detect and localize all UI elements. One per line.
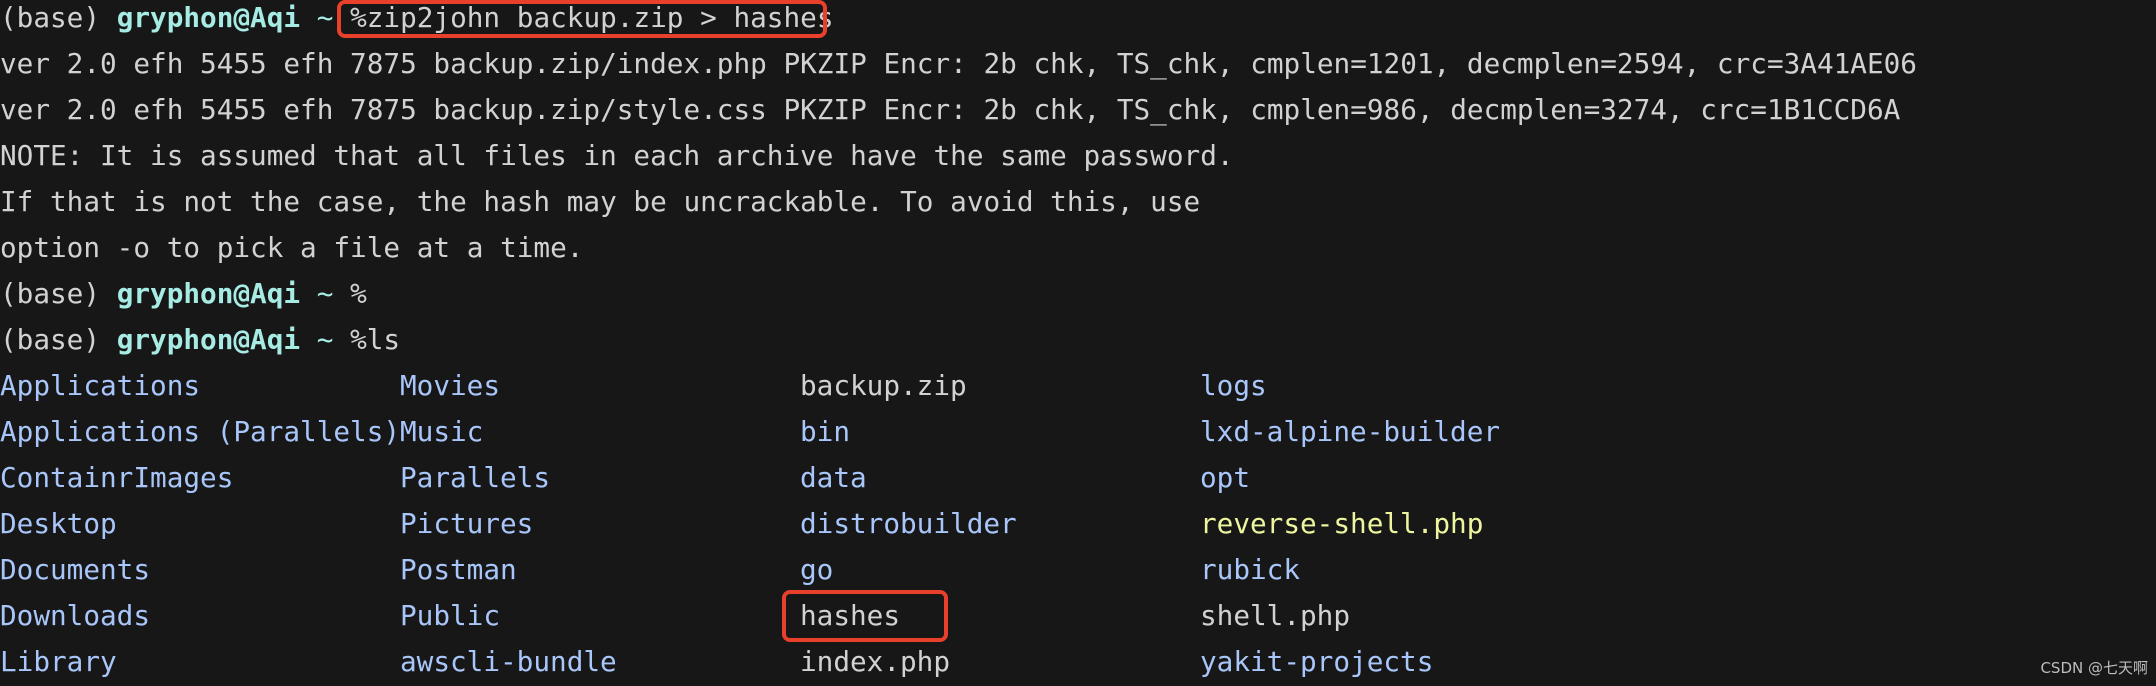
ls-entry: Downloads <box>0 599 151 632</box>
ls-entry: Applications <box>0 369 201 402</box>
command-text: %ls <box>350 323 401 356</box>
prompt-line: (base) gryphon@Aqi ~ %zip2john backup.zi… <box>0 0 1917 41</box>
prompt-user: gryphon@Aqi <box>116 277 301 310</box>
ls-entry: Applications (Parallels) <box>0 415 401 448</box>
ls-entry: Documents <box>0 553 151 586</box>
prompt-user: gryphon@Aqi <box>116 1 301 34</box>
ls-entry: backup.zip <box>800 369 967 402</box>
ls-entry: Desktop <box>0 507 117 540</box>
ls-entry: awscli-bundle <box>400 645 617 678</box>
terminal-output: (base) gryphon@Aqi ~ %zip2john backup.zi… <box>0 0 1917 685</box>
ls-entry: lxd-alpine-builder <box>1200 415 1501 448</box>
prompt-line: (base) gryphon@Aqi ~ % <box>0 271 1917 317</box>
ls-entry: shell.php <box>1200 599 1351 632</box>
ls-entry: logs <box>1200 369 1267 402</box>
ls-entry: Library <box>0 645 117 678</box>
output-line: NOTE: It is assumed that all files in ea… <box>0 139 1234 172</box>
prompt-env: (base) <box>0 323 117 356</box>
prompt-env: (base) <box>0 277 117 310</box>
ls-entry: data <box>800 461 867 494</box>
command-highlight-box <box>337 0 827 38</box>
ls-entry: bin <box>800 415 851 448</box>
ls-entry: Parallels <box>400 461 551 494</box>
command-text: % <box>350 277 367 310</box>
ls-entry: Movies <box>400 369 501 402</box>
ls-entry: ContainrImages <box>0 461 234 494</box>
output-line: option -o to pick a file at a time. <box>0 231 584 264</box>
output-line: ver 2.0 efh 5455 efh 7875 backup.zip/ind… <box>0 47 1917 80</box>
ls-listing: Applications Movies backup.zip logs Applicat… <box>0 363 1917 685</box>
ls-entry: Postman <box>400 553 517 586</box>
prompt-user: gryphon@Aqi <box>116 323 301 356</box>
prompt-dir: ~ <box>300 277 351 310</box>
ls-entry: Public <box>400 599 501 632</box>
ls-entry: Pictures <box>400 507 534 540</box>
ls-entry: opt <box>1200 461 1251 494</box>
ls-entry: yakit-projects <box>1200 645 1434 678</box>
ls-entry: rubick <box>1200 553 1301 586</box>
prompt-env: (base) <box>0 1 117 34</box>
hashes-highlight-box <box>782 590 948 642</box>
ls-entry: go <box>800 553 834 586</box>
ls-entry: distrobuilder <box>800 507 1017 540</box>
output-line: If that is not the case, the hash may be… <box>0 185 1201 218</box>
ls-entry: Music <box>400 415 484 448</box>
output-line: ver 2.0 efh 5455 efh 7875 backup.zip/sty… <box>0 93 1901 126</box>
prompt-line: (base) gryphon@Aqi ~ %ls <box>0 317 1917 363</box>
watermark: CSDN @七天啊 <box>2040 659 2148 677</box>
ls-entry: index.php <box>800 645 951 678</box>
ls-entry: reverse-shell.php <box>1200 507 1484 540</box>
prompt-dir: ~ <box>300 323 351 356</box>
